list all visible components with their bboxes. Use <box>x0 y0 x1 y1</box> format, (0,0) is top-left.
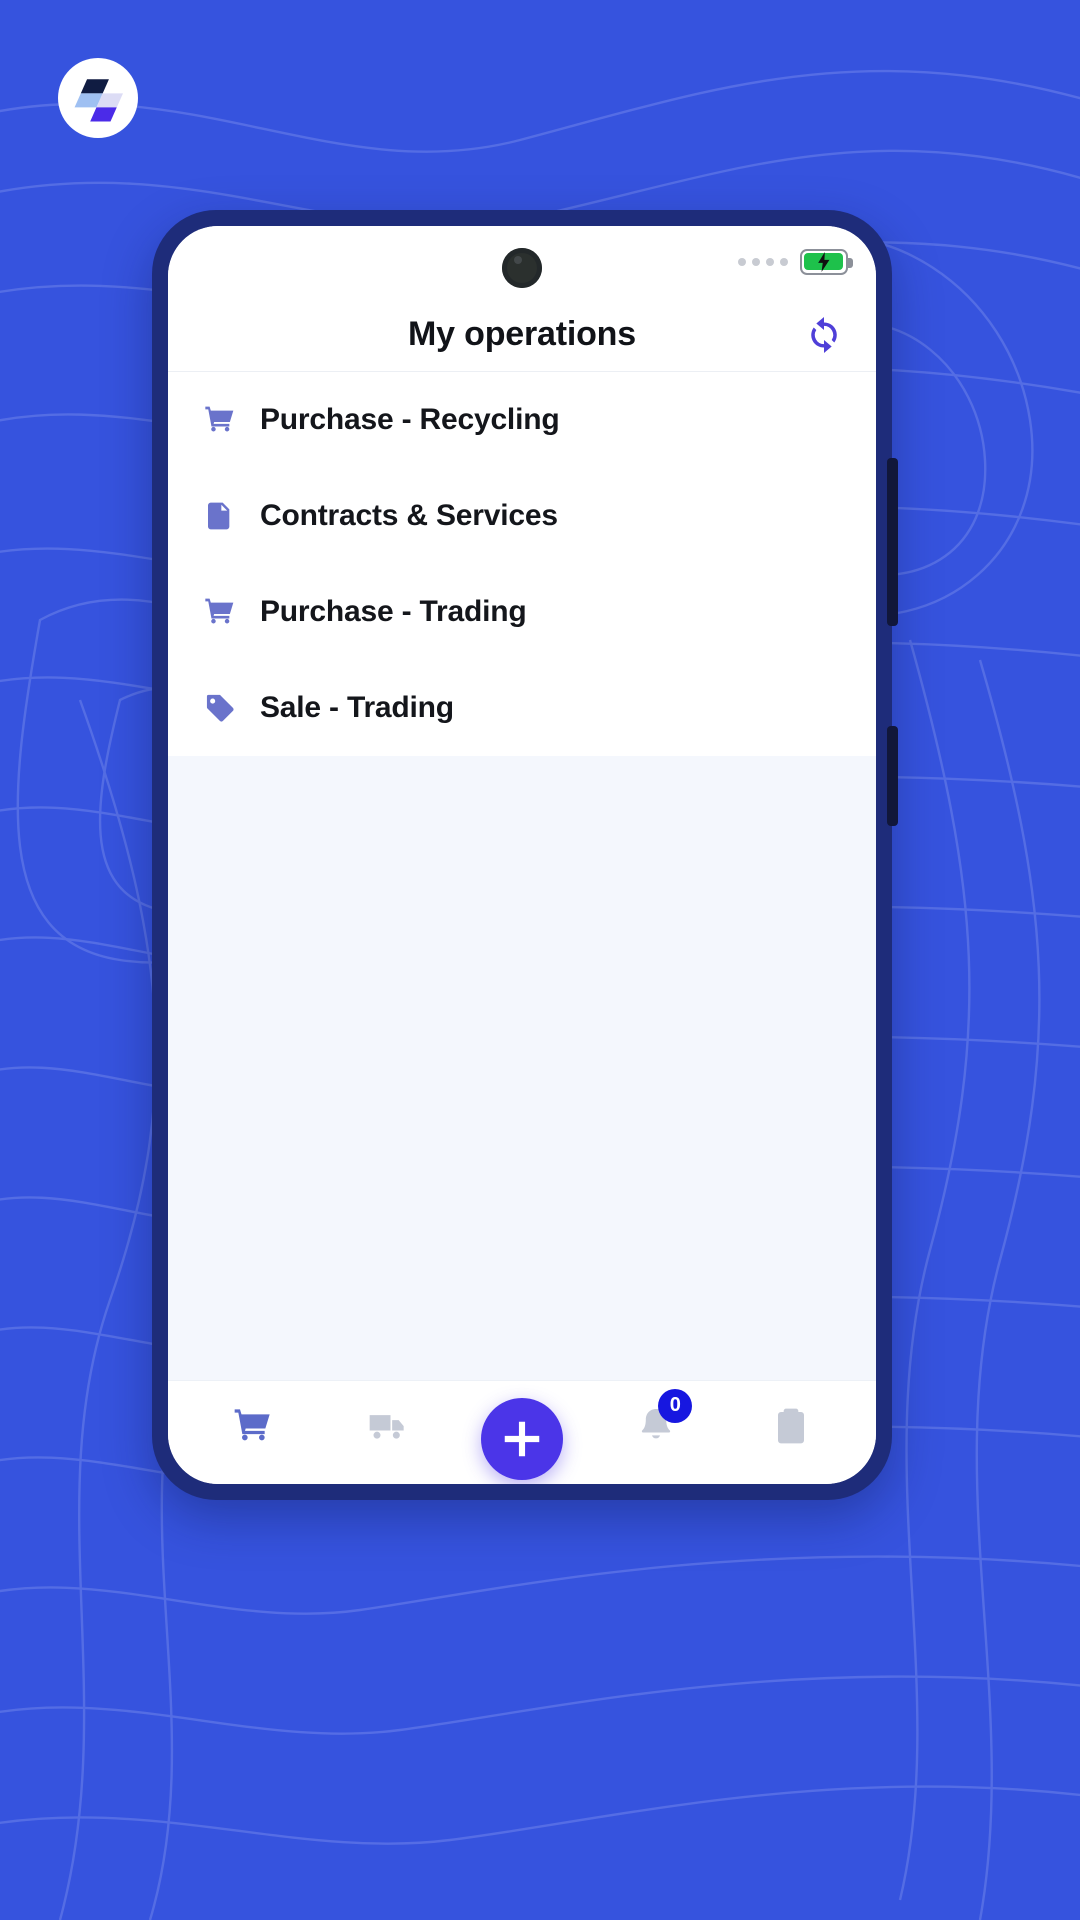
list-item-label: Purchase - Recycling <box>260 403 560 436</box>
list-item[interactable]: Sale - Trading <box>168 660 876 756</box>
charging-bolt-icon <box>818 252 830 272</box>
phone-screen: My operations Purchase - Recycling Contr… <box>168 226 876 1484</box>
bottom-navigation-bar: 0 <box>168 1380 876 1484</box>
sync-refresh-icon <box>811 316 837 353</box>
list-item-label: Purchase - Trading <box>260 595 527 628</box>
notification-badge: 0 <box>658 1388 693 1423</box>
phone-device-frame: My operations Purchase - Recycling Contr… <box>152 210 898 1500</box>
price-tag-icon <box>194 692 246 724</box>
battery-charging-icon <box>800 249 853 275</box>
truck-icon <box>369 1414 404 1439</box>
list-item-label: Sale - Trading <box>260 691 454 724</box>
cube-logo-icon <box>74 79 123 122</box>
app-header: My operations <box>168 298 876 372</box>
status-bar <box>168 226 876 298</box>
nav-item-tasks[interactable] <box>745 1387 837 1465</box>
content-empty-area <box>168 756 876 1380</box>
shopping-cart-icon <box>194 596 246 628</box>
nav-item-cart[interactable] <box>207 1387 299 1465</box>
phone-power-button[interactable] <box>887 726 898 826</box>
phone-volume-button[interactable] <box>887 458 898 626</box>
list-item-label: Contracts & Services <box>260 499 558 532</box>
shopping-cart-icon <box>234 1408 270 1440</box>
list-item[interactable]: Contracts & Services <box>168 468 876 564</box>
page-title: My operations <box>408 315 636 353</box>
clipboard-icon <box>777 1408 804 1443</box>
nav-item-notifications[interactable]: 0 <box>610 1387 702 1465</box>
operations-list: Purchase - Recycling Contracts & Service… <box>168 372 876 756</box>
shopping-cart-icon <box>194 404 246 436</box>
signal-dots-icon <box>738 258 788 266</box>
add-button[interactable] <box>480 1397 563 1480</box>
brand-logo <box>58 58 138 138</box>
list-item[interactable]: Purchase - Trading <box>168 564 876 660</box>
sync-button[interactable] <box>800 311 848 359</box>
plus-icon <box>504 1421 540 1456</box>
nav-item-deliveries[interactable] <box>342 1387 434 1465</box>
front-camera-punchhole <box>502 248 542 288</box>
list-item[interactable]: Purchase - Recycling <box>168 372 876 468</box>
document-icon <box>194 500 246 532</box>
